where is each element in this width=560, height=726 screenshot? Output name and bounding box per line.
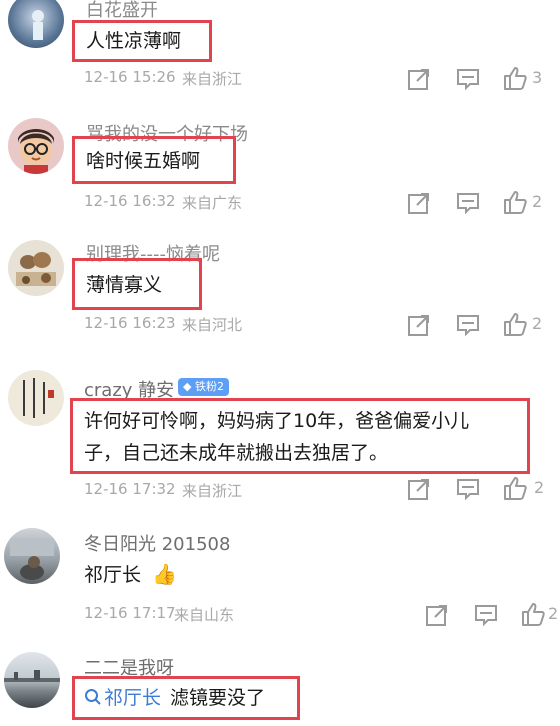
comment-2: 骂我的没一个好下场 啥时候五婚啊 12-16 16:32 来自广东 2	[0, 116, 560, 226]
comment-icon[interactable]	[455, 476, 481, 502]
comment-location: 来自山东	[174, 606, 235, 624]
comment-6: 二二是我呀 祁厅长 滤镜要没了	[0, 648, 560, 726]
like-count: 2	[532, 192, 543, 211]
comment-date: 12-16 17:32	[84, 480, 176, 498]
comment-location: 来自广东	[182, 194, 243, 212]
comment-text: 滤镜要没了	[170, 687, 266, 709]
like-count: 2	[534, 478, 545, 497]
avatar[interactable]	[8, 118, 64, 174]
share-icon[interactable]	[424, 602, 450, 628]
like-icon[interactable]	[502, 475, 528, 501]
comment-text: 祁厅长	[84, 564, 142, 586]
like-count: 2	[548, 604, 559, 623]
avatar[interactable]	[4, 652, 60, 708]
search-icon[interactable]	[84, 688, 102, 706]
share-icon[interactable]	[406, 312, 432, 338]
comment-icon[interactable]	[473, 602, 499, 628]
comment-date: 12-16 17:17	[84, 604, 176, 622]
comment-location: 来自河北	[182, 316, 243, 334]
comment-location: 来自浙江	[182, 482, 243, 500]
username[interactable]: 白花盛开	[86, 0, 158, 22]
comment-5: 冬日阳光 201508 祁厅长 👍 12-16 17:17 来自山东 2	[0, 524, 560, 634]
comment-text: 薄情寡义	[86, 274, 163, 296]
like-count: 3	[532, 68, 543, 87]
comment-date: 12-16 16:32	[84, 192, 176, 210]
comment-3: 别理我----恼着呢 薄情寡义 12-16 16:23 来自河北 2	[0, 236, 560, 346]
like-icon[interactable]	[502, 189, 528, 215]
search-link[interactable]: 祁厅长	[104, 681, 161, 715]
avatar[interactable]	[8, 370, 64, 426]
share-icon[interactable]	[406, 66, 432, 92]
comment-4: crazy 静安 ◆ 铁粉2 许何好可怜啊，妈妈病了10年，爸爸偏爱小儿 子，自…	[0, 366, 560, 506]
comment-date: 12-16 15:26	[84, 68, 176, 86]
fan-badge: ◆ 铁粉2	[178, 378, 229, 396]
username[interactable]: 冬日阳光 201508	[84, 530, 230, 556]
comment-icon[interactable]	[455, 312, 481, 338]
like-icon[interactable]	[502, 65, 528, 91]
fan-badge-label: 铁粉2	[194, 380, 224, 393]
comment-location: 来自浙江	[182, 70, 243, 88]
avatar[interactable]	[8, 0, 64, 48]
comment-text-line-1: 许何好可怜啊，妈妈病了10年，爸爸偏爱小儿	[84, 410, 470, 432]
avatar[interactable]	[4, 528, 60, 584]
comment-text: 啥时候五婚啊	[86, 150, 201, 172]
comment-icon[interactable]	[455, 66, 481, 92]
comment-text-line-2: 子，自己还未成年就搬出去独居了。	[84, 442, 389, 464]
comment-1: 白花盛开 人性凉薄啊 12-16 15:26 来自浙江 3	[0, 0, 560, 100]
share-icon[interactable]	[406, 476, 432, 502]
like-icon[interactable]	[520, 601, 546, 627]
like-count: 2	[532, 314, 543, 333]
comment-icon[interactable]	[455, 190, 481, 216]
avatar[interactable]	[8, 240, 64, 296]
share-icon[interactable]	[406, 190, 432, 216]
comment-date: 12-16 16:23	[84, 314, 176, 332]
like-icon[interactable]	[502, 311, 528, 337]
comment-text: 人性凉薄啊	[86, 30, 182, 52]
thumbs-up-emoji: 👍	[152, 562, 177, 586]
